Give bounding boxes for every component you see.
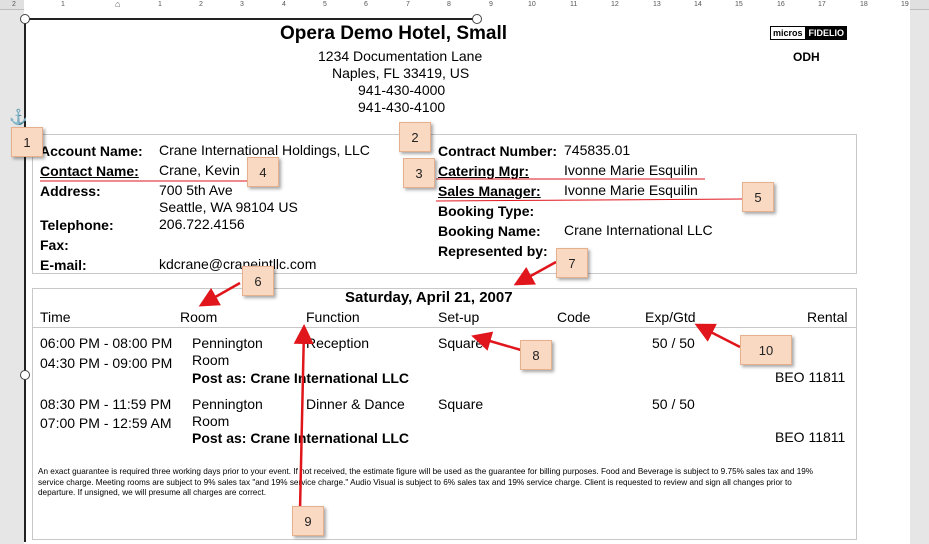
contract-number-label: Contract Number: (438, 143, 558, 159)
ruler-number: 14 (694, 1, 702, 8)
email-label: E-mail: (40, 257, 87, 273)
contact-name-label: Contact Name: (40, 163, 139, 179)
callout-7: 7 (556, 248, 588, 278)
callout-5: 5 (742, 182, 774, 212)
horizontal-ruler[interactable]: 2 1 ⌂ 1 2 3 4 5 6 7 8 9 10 11 12 13 14 1… (0, 0, 929, 10)
event1-beo: BEO 11811 (775, 369, 846, 385)
booking-type-label: Booking Type: (438, 203, 535, 219)
event1-time1: 06:00 PM - 08:00 PM (40, 335, 173, 351)
ruler-number: 3 (240, 1, 244, 8)
event2-expgtd: 50 / 50 (652, 396, 695, 412)
account-name-label: Account Name: (40, 143, 143, 159)
resize-handle-top-left[interactable] (20, 14, 30, 24)
ruler-number: 9 (489, 1, 493, 8)
ruler-number: 2 (12, 1, 16, 8)
ruler-number: 12 (611, 1, 619, 8)
ruler-number: 11 (570, 1, 578, 8)
logo-micros: micros (770, 26, 806, 40)
col-header-expgtd: Exp/Gtd (645, 309, 696, 325)
ruler-number: 13 (653, 1, 661, 8)
col-header-room: Room (180, 309, 218, 325)
ruler-number: 2 (199, 1, 203, 8)
ruler-number: 16 (777, 1, 785, 8)
booking-name-value: Crane International LLC (564, 222, 713, 238)
event1-setup: Square (438, 335, 484, 351)
contact-name-value: Crane, Kevin (159, 162, 240, 178)
anchor-icon[interactable]: ⚓ (9, 108, 28, 126)
guarantee-footnote: An exact guarantee is required three wor… (38, 467, 814, 497)
ruler-number: 15 (735, 1, 743, 8)
col-header-function: Function (306, 309, 360, 325)
ruler-number: 1 (158, 1, 162, 8)
hotel-address-line1: 1234 Documentation Lane (318, 48, 483, 64)
event2-setup: Square (438, 396, 484, 412)
events-box (32, 288, 857, 540)
col-header-setup: Set-up (438, 309, 480, 325)
hotel-code: ODH (793, 50, 820, 64)
address-line1: 700 5th Ave (159, 182, 233, 198)
callout-8: 8 (520, 340, 552, 370)
event1-room1: Pennington (192, 335, 263, 351)
event2-room1: Pennington (192, 396, 263, 412)
fax-label: Fax: (40, 237, 69, 253)
callout-2: 2 (399, 122, 431, 152)
address-label: Address: (40, 183, 101, 199)
event2-function: Dinner & Dance (306, 396, 405, 412)
event2-post-as: Post as: Crane International LLC (192, 430, 410, 446)
hotel-name: Opera Demo Hotel, Small (280, 23, 508, 44)
ruler-number: 7 (406, 1, 410, 8)
event1-room2: Room (192, 352, 230, 368)
telephone-label: Telephone: (40, 217, 114, 233)
event1-function: Reception (306, 335, 370, 351)
event1-post-as: Post as: Crane International LLC (192, 370, 410, 386)
hotel-phone1: 941-430-4000 (358, 82, 446, 98)
ruler-number: 1 (61, 1, 65, 8)
callout-6: 6 (242, 266, 274, 296)
callout-3: 3 (403, 158, 435, 188)
callout-9: 9 (292, 506, 324, 536)
callout-1: 1 (11, 127, 43, 157)
sales-manager-label: Sales Manager: (438, 183, 541, 199)
event2-time2: 07:00 PM - 12:59 AM (40, 415, 172, 431)
logo-fidelio: FIDELIO (805, 26, 848, 40)
ruler-indent-marker[interactable]: ⌂ (115, 0, 120, 9)
resize-handle-middle-left[interactable] (20, 370, 30, 380)
account-name-value: Crane International Holdings, LLC (159, 142, 370, 158)
col-header-rental: Rental (807, 309, 848, 325)
ruler-number: 5 (323, 1, 327, 8)
ruler-number: 10 (528, 1, 536, 8)
event2-room2: Room (192, 413, 230, 429)
event1-time2: 04:30 PM - 09:00 PM (40, 355, 173, 371)
catering-mgr-label: Catering Mgr: (438, 163, 529, 179)
hotel-phone2: 941-430-4100 (358, 99, 446, 115)
address-line2: Seattle, WA 98104 US (159, 199, 298, 215)
header-divider (32, 327, 857, 328)
callout-4: 4 (247, 157, 279, 187)
catering-mgr-value: Ivonne Marie Esquilin (564, 162, 698, 178)
hotel-address-line2: Naples, FL 33419, US (332, 65, 470, 81)
email-value: kdcrane@craneintllc.com (159, 256, 317, 272)
booking-name-label: Booking Name: (438, 223, 541, 239)
event2-time1: 08:30 PM - 11:59 PM (40, 396, 172, 412)
event2-beo: BEO 11811 (775, 429, 846, 445)
event-date: Saturday, April 21, 2007 (345, 289, 513, 306)
ruler-number: 8 (447, 1, 451, 8)
micros-fidelio-logo: micros FIDELIO (770, 26, 848, 40)
telephone-value: 206.722.4156 (159, 216, 245, 232)
callout-10: 10 (740, 335, 792, 365)
col-header-code: Code (557, 309, 591, 325)
contract-number-value: 745835.01 (564, 142, 631, 158)
selection-frame-top (24, 18, 477, 20)
ruler-number: 18 (860, 1, 868, 8)
ruler-number: 19 (901, 1, 909, 8)
col-header-time: Time (40, 309, 71, 325)
ruler-number: 6 (364, 1, 368, 8)
ruler-number: 4 (282, 1, 286, 8)
selection-frame-left (24, 18, 26, 542)
event1-expgtd: 50 / 50 (652, 335, 695, 351)
ruler-number: 17 (818, 1, 826, 8)
sales-manager-value: Ivonne Marie Esquilin (564, 182, 698, 198)
represented-by-label: Represented by: (438, 243, 548, 259)
